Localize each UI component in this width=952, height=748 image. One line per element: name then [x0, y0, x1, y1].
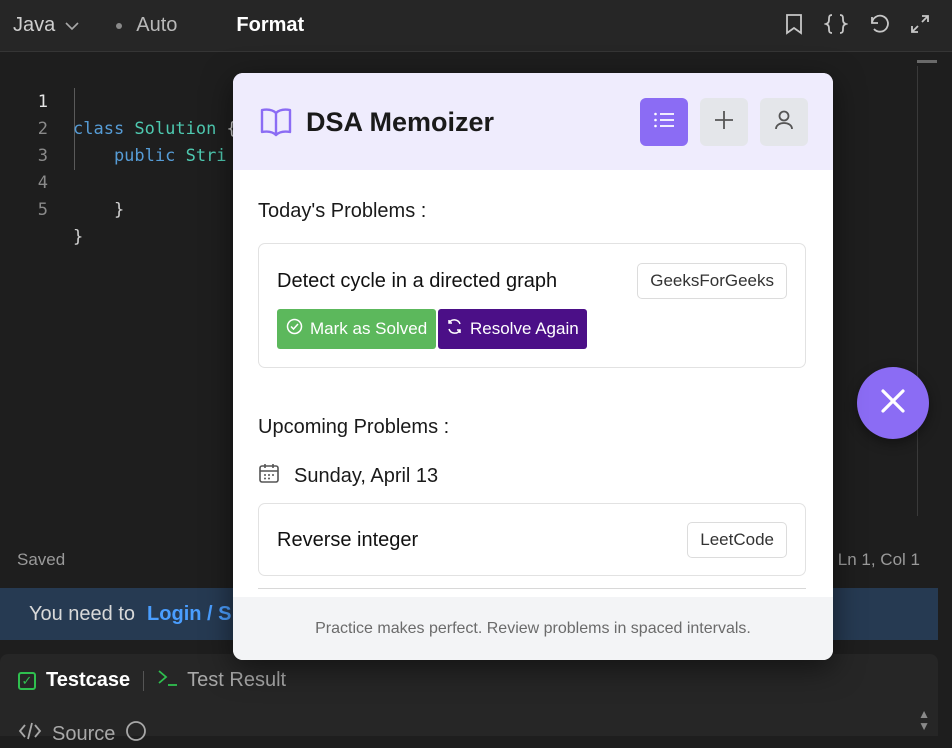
upcoming-date-row: Sunday, April 13 [258, 462, 438, 490]
toolbar-icon-group [782, 12, 932, 36]
plus-icon [713, 109, 735, 136]
code-line: 4 } [0, 143, 124, 220]
scrollbar-track[interactable] [917, 66, 918, 516]
line-content: } [73, 224, 83, 251]
code-line: 3 [0, 116, 48, 166]
mark-solved-label: Mark as Solved [310, 319, 428, 338]
platform-badge[interactable]: GeeksForGeeks [637, 263, 787, 299]
problem-card: Detect cycle in a directed graph GeeksFo… [258, 243, 806, 368]
bottom-tabs: ✓ Testcase Test Result [18, 668, 286, 693]
auto-mode-toggle[interactable]: Auto [116, 14, 177, 37]
refresh-icon [446, 318, 463, 340]
code-line: 1 class Solution { [0, 62, 237, 139]
cursor-position: Ln 1, Col 1 [837, 550, 920, 569]
calendar-icon [258, 462, 280, 490]
language-selector[interactable]: Java [13, 14, 79, 37]
book-open-icon [259, 105, 293, 139]
terminal-icon [157, 668, 179, 693]
code-token: } [73, 200, 125, 220]
todays-problems-heading: Today's Problems : [258, 200, 427, 222]
problem-title: Reverse integer [277, 529, 419, 551]
code-line: 5 } [0, 170, 84, 247]
problem-title: Detect cycle in a directed graph [277, 270, 558, 292]
line-number: 5 [37, 200, 48, 220]
chevron-down-icon [65, 18, 79, 34]
source-row: Source [18, 720, 147, 748]
line-content: class Solution { [73, 116, 237, 143]
mark-solved-button[interactable]: Mark as Solved [277, 309, 437, 349]
footer-text: Practice makes perfect. Review problems … [315, 619, 751, 637]
source-label[interactable]: Source [52, 723, 115, 746]
login-link[interactable]: Login / S [147, 603, 231, 626]
popup-footer: Practice makes perfect. Review problems … [233, 597, 833, 660]
dsa-memoizer-popup: DSA Memoizer Today's Problems : Detect c… [233, 73, 833, 660]
tab-divider [143, 670, 145, 691]
add-problem-button[interactable] [700, 98, 748, 146]
platform-badge[interactable]: LeetCode [687, 522, 787, 558]
profile-button[interactable] [760, 98, 808, 146]
code-token: class [73, 119, 135, 139]
upcoming-problem-card: Reverse integer LeetCode [258, 503, 806, 576]
help-icon[interactable] [125, 720, 147, 748]
code-token: Solution [134, 119, 217, 139]
braces-icon[interactable] [824, 12, 848, 36]
user-icon [774, 109, 794, 136]
list-divider [258, 588, 806, 589]
auto-label: Auto [136, 14, 178, 36]
auto-dot-icon [116, 22, 123, 29]
close-icon [880, 388, 906, 419]
tab-testcase[interactable]: Testcase [46, 669, 130, 692]
mini-scroll-arrows[interactable]: ▲ ▼ [918, 708, 930, 732]
popup-header: DSA Memoizer [233, 73, 833, 170]
line-content: public Stri [73, 143, 227, 170]
close-fab-button[interactable] [857, 367, 929, 439]
editor-toolbar: Java Auto Format [0, 0, 952, 52]
scrollbar-thumb[interactable] [917, 60, 937, 63]
resolve-again-label: Resolve Again [470, 319, 579, 338]
popup-title: DSA Memoizer [306, 107, 495, 137]
upcoming-problems-heading: Upcoming Problems : [258, 416, 450, 438]
saved-status: Saved [17, 550, 66, 569]
resolve-again-button[interactable]: Resolve Again [438, 309, 587, 349]
code-token: Stri [185, 146, 227, 166]
upcoming-date: Sunday, April 13 [294, 464, 439, 487]
line-content: } [73, 197, 124, 224]
code-token: public [73, 146, 186, 166]
checkbox-icon: ✓ [18, 671, 36, 690]
code-icon [18, 722, 42, 746]
language-label: Java [13, 14, 56, 36]
list-icon [653, 111, 675, 134]
list-view-button[interactable] [640, 98, 688, 146]
bookmark-icon[interactable] [782, 12, 806, 36]
format-button[interactable]: Format [236, 14, 304, 37]
login-prompt-text: You need to [29, 602, 136, 625]
bottom-panel: ✓ Testcase Test Result Source ▲ ▼ [0, 654, 938, 745]
code-line: 2 public Stri [0, 89, 227, 166]
expand-icon[interactable] [908, 12, 932, 36]
check-circle-icon [286, 318, 303, 340]
code-token: } [73, 227, 84, 247]
tab-test-result[interactable]: Test Result [187, 669, 286, 692]
undo-icon[interactable] [866, 12, 890, 36]
